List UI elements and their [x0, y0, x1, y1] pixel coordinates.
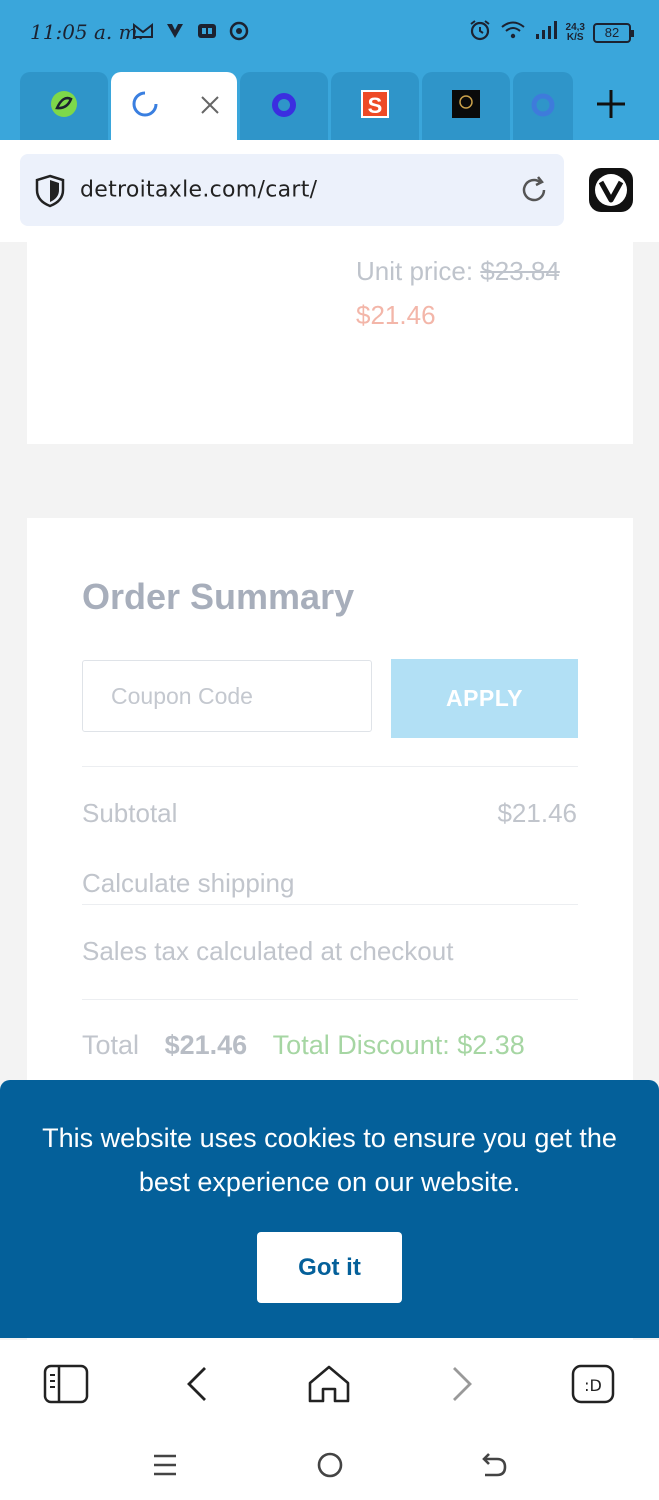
- tab-dark-logo[interactable]: [422, 72, 510, 140]
- network-speed-value: 24,3: [565, 21, 585, 33]
- sale-price: $21.46: [356, 300, 436, 330]
- vivaldi-menu-icon[interactable]: [588, 167, 634, 218]
- divider: [82, 999, 578, 1000]
- signal-icon: [534, 19, 558, 46]
- notification-icons: [132, 20, 250, 42]
- total-value: $21.46: [164, 1030, 248, 1060]
- cookie-message: This website uses cookies to ensure you …: [42, 1123, 617, 1197]
- status-time: 11:05 a. m.: [30, 20, 144, 44]
- divider: [82, 904, 578, 905]
- svg-text::D: :D: [584, 1376, 602, 1395]
- network-speed-unit: K/S: [566, 31, 584, 43]
- original-price: $23.84: [480, 256, 560, 286]
- browser-toolbar: :D: [0, 1340, 659, 1430]
- pdf-notification-icon: [196, 20, 218, 42]
- total-discount: Total Discount: $2.38: [272, 1030, 525, 1060]
- unit-price: Unit price: $23.84: [356, 256, 560, 287]
- dark-logo-favicon-icon: [451, 89, 481, 124]
- home-circle-icon[interactable]: [310, 1448, 350, 1482]
- chrome-notification-icon: [228, 20, 250, 42]
- svg-text:S: S: [368, 93, 383, 118]
- forward-arrow-icon[interactable]: [435, 1360, 487, 1408]
- got-it-button[interactable]: Got it: [257, 1232, 402, 1303]
- total-row: Total $21.46 Total Discount: $2.38: [82, 1030, 525, 1061]
- home-icon[interactable]: [303, 1360, 355, 1408]
- sales-tax-note: Sales tax calculated at checkout: [82, 936, 454, 966]
- address-bar: detroitaxle.com/cart/: [0, 140, 659, 242]
- recent-apps-icon[interactable]: [145, 1448, 185, 1482]
- tab-partial[interactable]: [513, 72, 573, 140]
- calculate-shipping-link[interactable]: Calculate shipping: [82, 868, 294, 899]
- tab-green-leaf[interactable]: [20, 72, 108, 140]
- cart-item-card: Unit price: $23.84 $21.46: [27, 242, 633, 444]
- divider: [82, 766, 578, 767]
- gmail-icon: [132, 20, 154, 42]
- shield-icon[interactable]: [34, 174, 66, 213]
- apply-coupon-button[interactable]: APPLY: [391, 659, 578, 738]
- purple-circle-favicon-icon: [269, 89, 299, 124]
- loading-spinner-icon: [131, 90, 159, 123]
- back-arrow-icon[interactable]: [172, 1360, 224, 1408]
- coupon-code-input[interactable]: [82, 660, 372, 732]
- close-tab-icon[interactable]: [199, 94, 221, 121]
- cookie-banner: This website uses cookies to ensure you …: [0, 1080, 659, 1338]
- alarm-icon: [468, 18, 492, 47]
- reload-icon[interactable]: [518, 174, 550, 211]
- url-field[interactable]: detroitaxle.com/cart/: [20, 154, 564, 226]
- panel-toggle-icon[interactable]: [40, 1360, 92, 1408]
- order-summary-title: Order Summary: [82, 576, 355, 617]
- tab-purple-circle[interactable]: [240, 72, 328, 140]
- network-speed: 24,3 K/S: [565, 21, 585, 43]
- green-leaf-favicon-icon: [49, 89, 79, 124]
- battery-icon: 82: [593, 22, 634, 43]
- battery-level: 82: [604, 24, 620, 40]
- tab-switcher-icon[interactable]: :D: [567, 1360, 619, 1408]
- subtotal-value: $21.46: [497, 798, 577, 828]
- status-bar: 11:05 a. m. 24,3 K/S 82: [0, 0, 659, 66]
- url-text: detroitaxle.com/cart/: [80, 177, 318, 203]
- app-notification-icon: [164, 20, 186, 42]
- status-right-icons: 24,3 K/S 82: [468, 18, 634, 47]
- wifi-icon: [500, 19, 526, 46]
- s-logo-favicon-icon: S: [360, 89, 390, 124]
- back-return-icon[interactable]: [474, 1448, 514, 1482]
- tab-active-loading[interactable]: [111, 72, 237, 140]
- tab-bar: S: [0, 66, 659, 140]
- unit-price-label: Unit price:: [356, 256, 474, 286]
- system-navigation-bar: [0, 1430, 659, 1500]
- total-label: Total: [82, 1030, 140, 1060]
- partial-favicon-icon: [528, 89, 558, 124]
- new-tab-plus-icon[interactable]: [591, 84, 631, 124]
- tab-s-logo[interactable]: S: [331, 72, 419, 140]
- subtotal-label: Subtotal: [82, 798, 178, 828]
